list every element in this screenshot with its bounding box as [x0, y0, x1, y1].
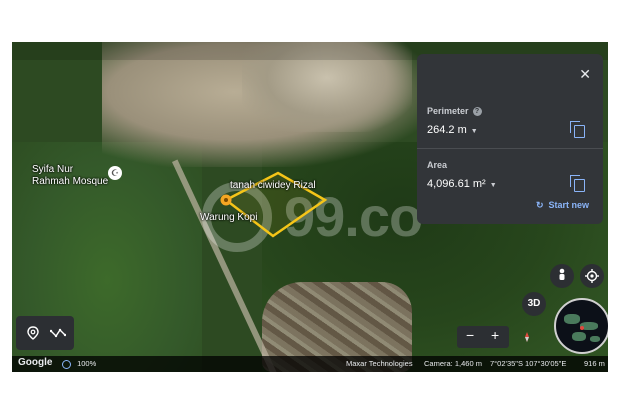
- unit-dropdown-icon[interactable]: ▼: [490, 182, 497, 189]
- zoom-out-button[interactable]: −: [466, 327, 474, 343]
- map-viewport[interactable]: 99.co ☪ Syifa Nur Rahmah Mosque tanah ci…: [12, 42, 608, 372]
- measure-path-icon[interactable]: [50, 327, 66, 339]
- copy-area-icon[interactable]: [570, 175, 585, 192]
- copy-perimeter-icon[interactable]: [570, 121, 585, 138]
- coordinates: 7°02'35"S 107°30'05"E: [490, 359, 567, 368]
- warung-pin-icon[interactable]: [219, 194, 233, 208]
- location-pin-icon[interactable]: [26, 326, 40, 340]
- status-bar: Google 100% Maxar Technologies Camera: 1…: [12, 356, 608, 372]
- zoom-indicator[interactable]: 100%: [62, 359, 96, 369]
- person-icon[interactable]: [550, 264, 574, 288]
- target-icon[interactable]: [580, 264, 604, 288]
- polygon-label: tanah ciwidey Rizal: [230, 180, 316, 191]
- perimeter-value[interactable]: 264.2 m ▼: [427, 124, 478, 136]
- globe-minimap-icon[interactable]: [554, 298, 608, 354]
- layer-toolbar: [16, 316, 74, 350]
- compass-icon[interactable]: [522, 332, 532, 342]
- unit-dropdown-icon[interactable]: ▼: [471, 128, 478, 135]
- close-icon[interactable]: ✕: [579, 66, 591, 83]
- area-heading: Area: [427, 160, 448, 170]
- mosque-label[interactable]: Syifa Nur Rahmah Mosque: [32, 164, 108, 188]
- scale-label: 916 m: [584, 359, 605, 368]
- zoom-in-button[interactable]: +: [491, 327, 499, 343]
- zoom-ring-icon: [62, 359, 71, 369]
- measure-panel: ✕ Perimeter? 264.2 m ▼ Area 4,096.61 m² ▼ …: [417, 54, 603, 224]
- refresh-icon: ↻: [535, 200, 544, 210]
- divider: [417, 148, 603, 149]
- attribution[interactable]: Maxar Technologies: [346, 359, 413, 368]
- zoom-controls: − +: [457, 326, 509, 348]
- help-icon[interactable]: ?: [472, 107, 482, 117]
- google-logo[interactable]: Google: [18, 357, 52, 368]
- warung-label[interactable]: Warung Kopi: [200, 212, 257, 224]
- perimeter-heading: Perimeter?: [427, 106, 482, 117]
- camera-altitude: Camera: 1,460 m: [424, 359, 482, 368]
- view-3d-button[interactable]: 3D: [522, 292, 546, 316]
- start-new-button[interactable]: ↻ Start new: [536, 200, 589, 211]
- mosque-icon[interactable]: ☪: [108, 166, 122, 180]
- area-value[interactable]: 4,096.61 m² ▼: [427, 178, 497, 190]
